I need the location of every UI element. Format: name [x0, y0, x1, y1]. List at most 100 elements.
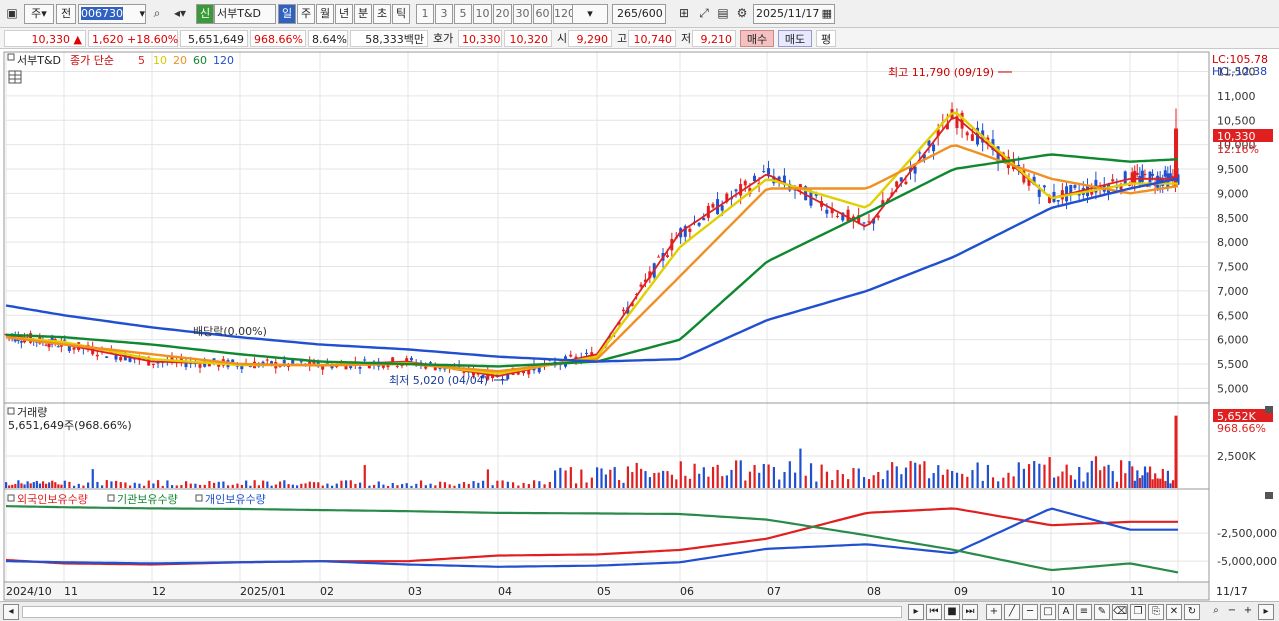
- text-tool-icon[interactable]: A: [1058, 604, 1074, 620]
- chart-tool-icon[interactable]: ⊞: [675, 4, 693, 24]
- first-page-icon[interactable]: ⏮: [926, 604, 942, 620]
- y-tick-label: 5,000: [1217, 382, 1249, 395]
- tab-4[interactable]: 분: [354, 4, 372, 24]
- buy-button[interactable]: 매수: [740, 30, 774, 47]
- volume-bar: [208, 481, 211, 488]
- volume-bar: [152, 483, 155, 488]
- delete-icon[interactable]: ✕: [1166, 604, 1182, 620]
- tab-2[interactable]: 월: [316, 4, 334, 24]
- sell-button[interactable]: 매도: [778, 30, 812, 47]
- x-tick-label: 08: [867, 585, 881, 598]
- stock-chart[interactable]: 5,000 5,500 6,000 6,500 7,000 7,500 8,000 8,500…: [0, 50, 1279, 602]
- volume-close-icon[interactable]: [1265, 406, 1273, 413]
- save-icon[interactable]: ▤: [714, 4, 732, 24]
- calendar-icon[interactable]: ▦: [822, 5, 834, 23]
- minute-option-0[interactable]: 1: [416, 4, 434, 24]
- count-field[interactable]: 265/600: [612, 4, 666, 24]
- window-icon[interactable]: ▣: [3, 4, 21, 24]
- minute-option-5[interactable]: 30: [513, 4, 532, 24]
- gear-icon[interactable]: ⚙: [733, 4, 751, 24]
- tab-0[interactable]: 일: [278, 4, 296, 24]
- volume-bar: [1156, 478, 1159, 488]
- period-select[interactable]: 주▾: [24, 4, 54, 24]
- price-value: 10,330: [31, 33, 71, 46]
- volume-bar: [38, 483, 42, 488]
- chart-scrollbar[interactable]: ◂ ▸ ⏮ ■ ⏭ + ╱ ─ □ A ≡ ✎ ⌫ ❐ ⎘ ✕ ↻ ⌕ − + …: [0, 601, 1279, 621]
- volume-bar: [312, 482, 316, 488]
- volume-bar: [794, 472, 797, 488]
- minute-select[interactable]: ▾: [572, 4, 608, 24]
- scroll-end-icon[interactable]: ▸: [1258, 604, 1274, 620]
- stop-icon[interactable]: ■: [944, 604, 960, 620]
- last-page-icon[interactable]: ⏭: [962, 604, 978, 620]
- volume-bar: [60, 484, 63, 488]
- minute-option-6[interactable]: 60: [533, 4, 552, 24]
- minute-option-4[interactable]: 20: [493, 4, 512, 24]
- minute-option-2[interactable]: 5: [454, 4, 472, 24]
- volume-bar: [359, 482, 362, 488]
- volume-bar: [825, 471, 829, 488]
- volume-bar: [48, 482, 51, 488]
- volume-bar: [405, 483, 408, 488]
- tab-3[interactable]: 년: [335, 4, 353, 24]
- volume-bar: [971, 470, 974, 488]
- scroll-right-icon[interactable]: ▸: [908, 604, 924, 620]
- volume-bar: [321, 485, 324, 488]
- tab-6[interactable]: 틱: [392, 4, 410, 24]
- volume-bar: [554, 470, 557, 488]
- crosshair-icon[interactable]: +: [986, 604, 1002, 620]
- candle-body: [734, 189, 738, 192]
- volume-bar: [1057, 476, 1060, 488]
- candle-body: [1135, 172, 1139, 176]
- date-field[interactable]: 2025/11/17 ▦: [753, 4, 835, 24]
- volume-bar: [124, 482, 127, 488]
- volume-bar: [877, 472, 880, 488]
- box-tool-icon[interactable]: □: [1040, 604, 1056, 620]
- volume-bar: [295, 485, 299, 488]
- x-tick-label: 03: [408, 585, 422, 598]
- tab-5[interactable]: 초: [373, 4, 391, 24]
- volume-bar: [1107, 464, 1110, 488]
- hline-tool-icon[interactable]: ─: [1022, 604, 1038, 620]
- volume-bar: [698, 473, 701, 488]
- minute-option-3[interactable]: 10: [473, 4, 492, 24]
- volume-bar: [486, 469, 489, 488]
- refresh-icon[interactable]: ↻: [1184, 604, 1200, 620]
- minute-option-1[interactable]: 3: [435, 4, 453, 24]
- zoom-out-icon[interactable]: −: [1224, 604, 1240, 620]
- volume-bar: [918, 464, 921, 488]
- holding-close-icon[interactable]: [1265, 492, 1273, 499]
- volume-bar: [1027, 464, 1031, 488]
- zoom-icon[interactable]: ⤢: [695, 4, 713, 24]
- pen-tool-icon[interactable]: ✎: [1094, 604, 1110, 620]
- x-tick-label: 09: [954, 585, 968, 598]
- volume-bar: [512, 482, 515, 488]
- copy-icon[interactable]: ❐: [1130, 604, 1146, 620]
- paste-icon[interactable]: ⎘: [1148, 604, 1164, 620]
- price-change: 1,620 +18.60%: [88, 30, 178, 47]
- zoom-in-icon[interactable]: +: [1240, 604, 1256, 620]
- volume-bar: [8, 485, 11, 488]
- search-icon[interactable]: ⌕: [148, 4, 166, 24]
- volume-bar: [401, 484, 404, 488]
- volume-bar: [951, 470, 954, 488]
- scroll-track[interactable]: [22, 606, 902, 618]
- volume-bar: [758, 472, 761, 488]
- fib-tool-icon[interactable]: ≡: [1076, 604, 1092, 620]
- candle-body: [743, 180, 747, 186]
- volume-bar: [1069, 475, 1072, 488]
- volume-bar: [472, 481, 475, 488]
- prev-button[interactable]: 전: [56, 4, 76, 24]
- tab-1[interactable]: 주: [297, 4, 315, 24]
- zoom-search-icon[interactable]: ⌕: [1208, 604, 1224, 620]
- y-tick-label: 5,500: [1217, 358, 1249, 371]
- scroll-left-icon[interactable]: ◂: [3, 604, 19, 620]
- eval-button[interactable]: 평: [816, 30, 836, 47]
- speaker-icon[interactable]: ◂▾: [168, 4, 192, 24]
- volume-bar: [110, 481, 113, 488]
- line-tool-icon[interactable]: ╱: [1004, 604, 1020, 620]
- erase-tool-icon[interactable]: ⌫: [1112, 604, 1128, 620]
- code-input[interactable]: 006730 ▾: [78, 4, 146, 24]
- candle-body: [767, 168, 771, 175]
- volume-bar: [609, 469, 612, 488]
